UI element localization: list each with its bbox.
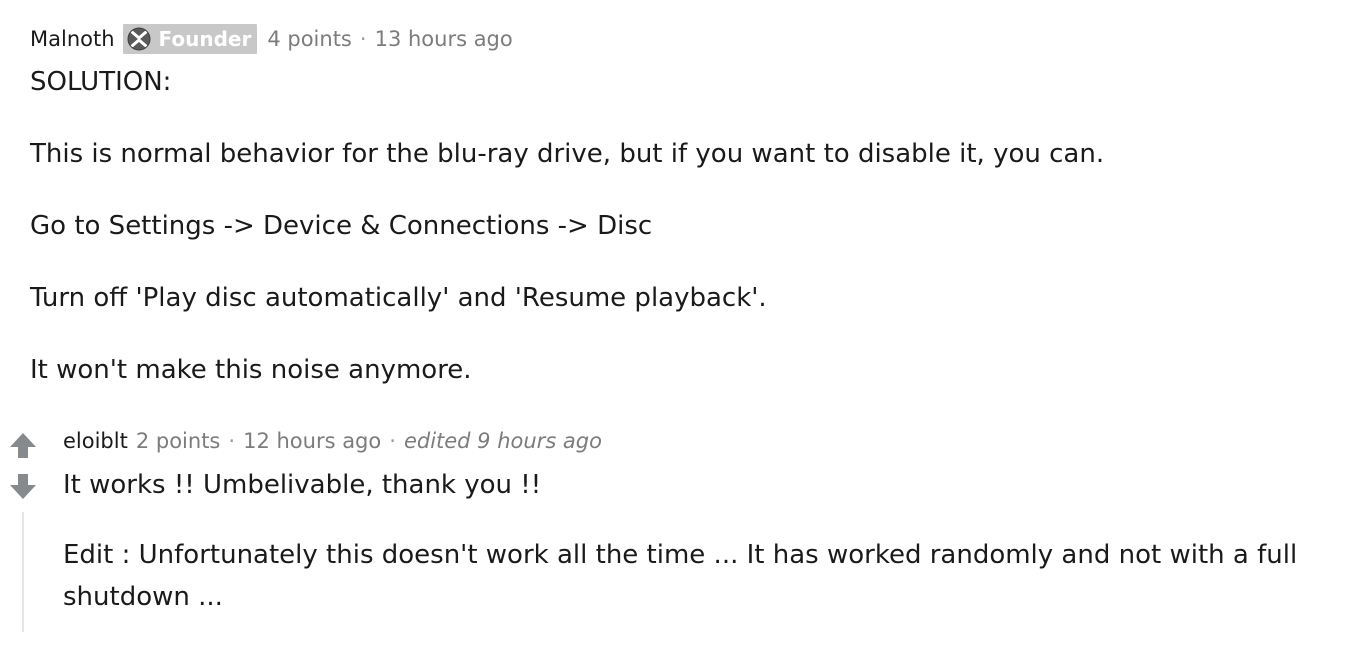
reply-body: It works !! Umbelivable, thank you !! Ed… (63, 464, 1333, 618)
comment-paragraph: SOLUTION: (30, 67, 172, 97)
vote-controls (8, 430, 40, 514)
xbox-logo-icon (127, 27, 151, 51)
comment-body: SOLUTION: This is normal behavior for th… (30, 64, 1330, 388)
comment-paragraph: Turn off 'Play disc automatically' and '… (30, 283, 767, 313)
edited-label: edited 9 hours ago (403, 429, 602, 453)
meta-separator: · (359, 27, 367, 51)
comment-meta: Malnoth Founder 4 points · 13 hours ago (30, 22, 1330, 56)
user-flair: Founder (122, 24, 258, 54)
reply-comment: eloiblt 2 points · 12 hours ago · edited… (0, 424, 1354, 650)
meta-separator: · (228, 429, 236, 453)
reply-paragraph: It works !! Umbelivable, thank you !! (63, 470, 542, 500)
reply-meta: eloiblt 2 points · 12 hours ago · edited… (63, 424, 1333, 458)
reply-points: 2 points (135, 429, 221, 453)
reply-content: eloiblt 2 points · 12 hours ago · edited… (63, 424, 1333, 618)
reply-time[interactable]: 12 hours ago (243, 429, 381, 453)
up-arrow-icon[interactable] (8, 430, 38, 460)
comment-author[interactable]: Malnoth (30, 27, 115, 51)
comment-time[interactable]: 13 hours ago (375, 27, 513, 51)
down-arrow-icon[interactable] (8, 472, 38, 502)
comment-paragraph: This is normal behavior for the blu-ray … (30, 139, 1105, 169)
reply-author[interactable]: eloiblt (63, 429, 128, 453)
reply-paragraph: Edit : Unfortunately this doesn't work a… (63, 540, 1298, 612)
thread-line[interactable] (22, 512, 24, 632)
comment-paragraph: It won't make this noise anymore. (30, 355, 472, 385)
comment: Malnoth Founder 4 points · 13 hours ago … (30, 22, 1330, 388)
comment-paragraph: Go to Settings -> Device & Connections -… (30, 211, 653, 241)
meta-separator: · (389, 429, 396, 453)
flair-label: Founder (158, 27, 252, 51)
comment-points: 4 points (267, 27, 352, 51)
